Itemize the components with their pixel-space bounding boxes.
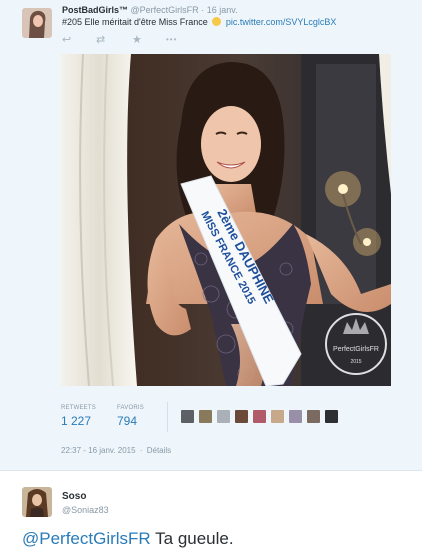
author-avatar[interactable] — [22, 8, 52, 38]
heart-eyes-emoji-icon — [212, 17, 222, 26]
retweet-icon[interactable]: ⇄ — [96, 33, 105, 47]
favoriter-avatar[interactable] — [181, 410, 194, 423]
author-handle[interactable]: @PerfectGirlsFR — [131, 5, 199, 15]
favoriter-avatar[interactable] — [289, 410, 302, 423]
tweet-timestamp: 22:37 - 16 janv. 2015 — [61, 446, 136, 455]
favoriter-avatar[interactable] — [199, 410, 212, 423]
reply-author-handle[interactable]: @Soniaz83 — [62, 505, 109, 515]
details-separator: · — [139, 446, 143, 455]
watermark-year: 2015 — [350, 359, 361, 365]
tweet-link[interactable]: pic.twitter.com/SVYLcglcBX — [226, 17, 337, 27]
reply-body: Ta gueule. — [150, 529, 234, 548]
reply-author-avatar[interactable] — [22, 487, 52, 517]
favoriter-avatar[interactable] — [271, 410, 284, 423]
watermark-text: PerfectGirlsFR — [333, 346, 379, 353]
reply-author-name[interactable]: Soso — [62, 491, 86, 502]
favoriter-avatar[interactable] — [307, 410, 320, 423]
favoriter-avatar[interactable] — [217, 410, 230, 423]
tweet-body: #205 Elle méritait d'être Miss France — [62, 17, 208, 27]
favoriter-avatar[interactable] — [235, 410, 248, 423]
date-separator: · — [201, 5, 205, 15]
author-name[interactable]: PostBadGirls™ — [62, 5, 128, 15]
reply-mention[interactable]: @PerfectGirlsFR — [22, 529, 151, 548]
tweet-timestamp-line: 22:37 - 16 janv. 2015 · Détails — [61, 446, 171, 455]
retweets-count[interactable]: 1 227 — [61, 414, 91, 428]
favoriter-avatar[interactable] — [253, 410, 266, 423]
tweet-text: #205 Elle méritait d'être Miss France pi… — [62, 17, 336, 27]
author-line: PostBadGirls™ @PerfectGirlsFR · 16 janv. — [62, 5, 238, 15]
favoriter-avatar[interactable] — [325, 410, 338, 423]
reply-tweet: Soso @Soniaz83 @PerfectGirlsFR Ta gueule… — [0, 471, 422, 560]
favorites-count[interactable]: 794 — [117, 414, 137, 428]
tweet-card: PostBadGirls™ @PerfectGirlsFR · 16 janv.… — [0, 0, 422, 470]
retweets-label: RETWEETS — [61, 405, 96, 411]
reply-text: @PerfectGirlsFR Ta gueule. — [22, 529, 234, 549]
favorite-icon[interactable]: ★ — [132, 33, 142, 47]
favorites-label: FAVORIS — [117, 405, 144, 411]
reply-icon[interactable]: ↩ — [62, 33, 71, 47]
tweet-photo[interactable]: 2ème DAUPHINE MISS FRANCE 2015 PerfectGi… — [61, 54, 391, 386]
tweet-date[interactable]: 16 janv. — [207, 5, 238, 15]
stats-divider — [167, 402, 168, 432]
tweet-stats: RETWEETS 1 227 FAVORIS 794 — [61, 400, 391, 434]
more-icon[interactable]: ••• — [166, 33, 177, 47]
details-link[interactable]: Détails — [147, 446, 171, 455]
